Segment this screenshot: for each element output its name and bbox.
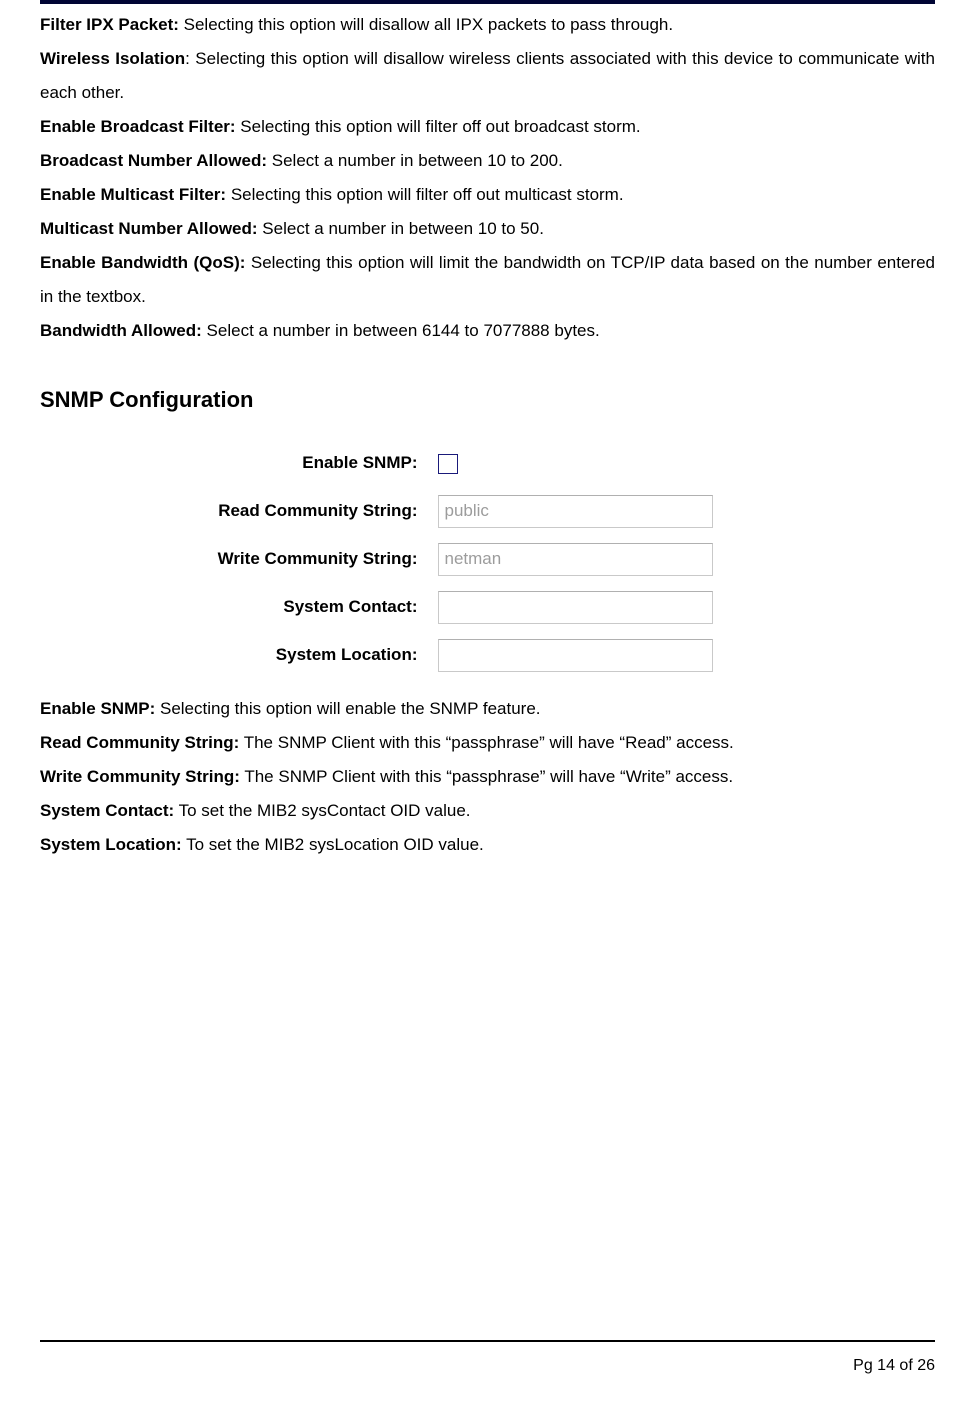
snmp-form-label: Write Community String: [128,542,438,576]
definition-row: Write Community String: The SNMP Client … [40,760,935,794]
definition-row: Enable Bandwidth (QoS): Selecting this o… [40,246,935,314]
definition-term: Wireless Isolation [40,49,185,68]
definition-row: Enable SNMP: Selecting this option will … [40,692,935,726]
definition-term: Enable Multicast Filter: [40,185,226,204]
page-footer: Pg 14 of 26 [40,1340,935,1382]
snmp-form-label: Read Community String: [128,494,438,528]
definition-desc: Select a number in between 10 to 200. [272,151,563,170]
main-content: Filter IPX Packet: Selecting this option… [40,4,935,862]
definition-term: System Contact: [40,801,174,820]
definition-term: Filter IPX Packet: [40,15,179,34]
snmp-form-control [438,494,848,528]
definition-row: Read Community String: The SNMP Client w… [40,726,935,760]
definitions-block-snmp: Enable SNMP: Selecting this option will … [40,692,935,862]
definition-desc: Select a number in between 6144 to 70778… [207,321,600,340]
definition-term: Multicast Number Allowed: [40,219,258,238]
definition-separator: : [185,49,195,68]
definition-term: Enable Broadcast Filter: [40,117,236,136]
snmp-form-control [438,542,848,576]
definition-row: Bandwidth Allowed: Select a number in be… [40,314,935,348]
definitions-block-top: Filter IPX Packet: Selecting this option… [40,8,935,348]
enable-snmp-checkbox[interactable] [438,454,458,474]
definition-desc: Selecting this option will filter off ou… [240,117,640,136]
snmp-form-control [438,638,848,672]
snmp-form-row: Read Community String: [128,494,848,528]
snmp-config-form: Enable SNMP: Read Community String: Write … [128,446,848,672]
section-heading-snmp: SNMP Configuration [40,378,935,422]
snmp-form-row: Write Community String: [128,542,848,576]
snmp-form-control [438,590,848,624]
snmp-form-label: System Contact: [128,590,438,624]
definition-row: Multicast Number Allowed: Select a numbe… [40,212,935,246]
definition-term: Enable Bandwidth (QoS): [40,253,245,272]
definition-desc: To set the MIB2 sysLocation OID value. [186,835,484,854]
definition-term: Broadcast Number Allowed: [40,151,267,170]
snmp-form-label: Enable SNMP: [128,446,438,480]
definition-desc: Selecting this option will enable the SN… [160,699,541,718]
definition-term: System Location: [40,835,182,854]
footer-divider [40,1340,935,1342]
snmp-form-row: Enable SNMP: [128,446,848,480]
definition-term: Enable SNMP: [40,699,155,718]
page-number: Pg 14 of 26 [40,1350,935,1382]
definition-row: Wireless Isolation: Selecting this optio… [40,42,935,110]
definition-desc: The SNMP Client with this “passphrase” w… [244,767,733,786]
snmp-form-row: System Location: [128,638,848,672]
definition-row: System Location: To set the MIB2 sysLoca… [40,828,935,862]
definition-row: Filter IPX Packet: Selecting this option… [40,8,935,42]
definition-row: Enable Broadcast Filter: Selecting this … [40,110,935,144]
snmp-text-input[interactable] [438,543,713,576]
snmp-form-row: System Contact: [128,590,848,624]
definition-desc: To set the MIB2 sysContact OID value. [179,801,471,820]
definition-desc: Select a number in between 10 to 50. [262,219,544,238]
definition-term: Read Community String: [40,733,239,752]
definition-row: Enable Multicast Filter: Selecting this … [40,178,935,212]
definition-desc: Selecting this option will disallow all … [184,15,673,34]
snmp-text-input[interactable] [438,495,713,528]
definition-term: Bandwidth Allowed: [40,321,202,340]
snmp-form-control [438,446,848,480]
snmp-text-input[interactable] [438,591,713,624]
snmp-text-input[interactable] [438,639,713,672]
definition-desc: Selecting this option will filter off ou… [231,185,624,204]
snmp-form-label: System Location: [128,638,438,672]
definition-desc: The SNMP Client with this “passphrase” w… [244,733,734,752]
definition-row: System Contact: To set the MIB2 sysConta… [40,794,935,828]
definition-row: Broadcast Number Allowed: Select a numbe… [40,144,935,178]
definition-term: Write Community String: [40,767,240,786]
